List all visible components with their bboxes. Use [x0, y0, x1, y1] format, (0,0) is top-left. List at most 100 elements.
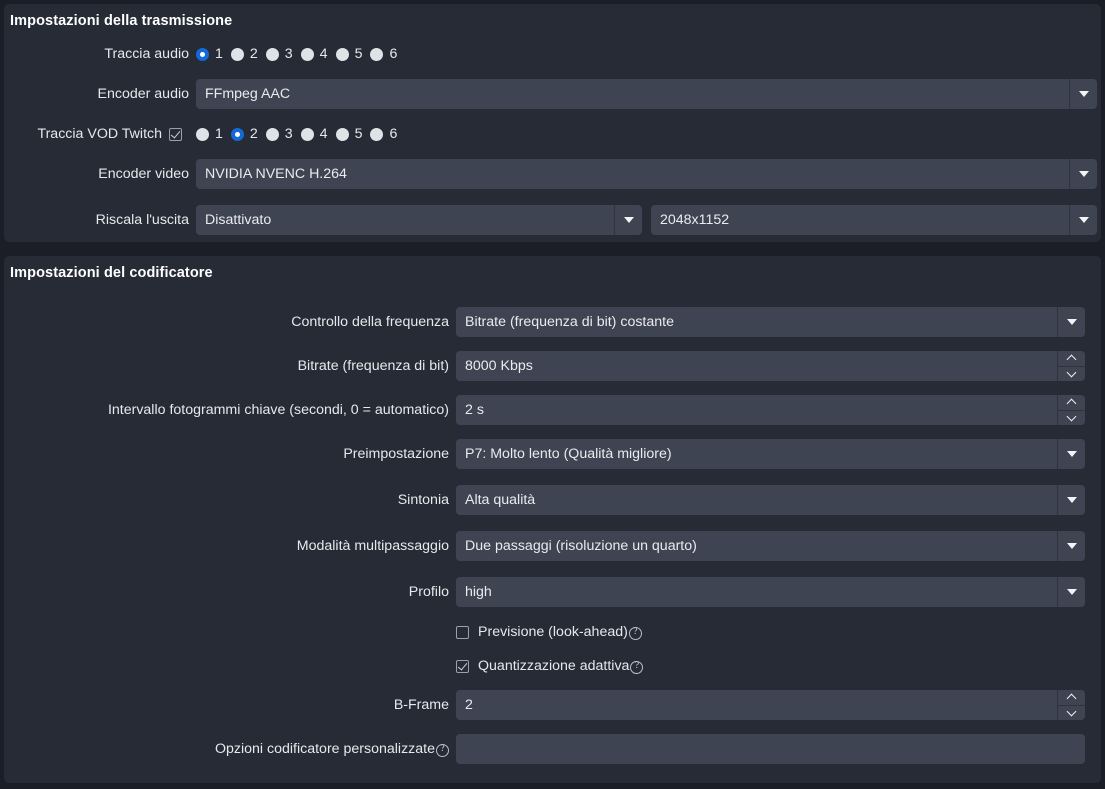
profile-value: high — [465, 584, 492, 600]
chevron-down-icon[interactable] — [1057, 531, 1085, 561]
chevron-up-icon[interactable] — [1058, 395, 1085, 410]
radio-icon[interactable] — [300, 127, 314, 141]
audio-track-option-3[interactable]: 3 — [265, 46, 293, 62]
radio-icon[interactable] — [230, 47, 244, 61]
rescale-output-value: Disattivato — [205, 212, 272, 228]
custom-encoder-options-text: Opzioni codificatore personalizzate — [214, 741, 435, 757]
tuning-select[interactable]: Alta qualità — [456, 485, 1085, 515]
radio-icon[interactable] — [335, 127, 349, 141]
multipass-mode-label: Modalità multipassaggio — [296, 538, 449, 554]
video-encoder-label: Encoder video — [98, 166, 189, 182]
audio-track-radio-group[interactable]: 1 2 3 4 5 6 — [196, 39, 405, 69]
radio-icon[interactable] — [196, 127, 209, 141]
preset-label: Preimpostazione — [343, 446, 449, 462]
bframe-value[interactable]: 2 — [456, 690, 1057, 720]
chevron-down-icon[interactable] — [1058, 365, 1085, 382]
keyframe-interval-stepper[interactable] — [1057, 395, 1085, 425]
video-encoder-value: NVIDIA NVENC H.264 — [205, 166, 347, 182]
checkbox-icon[interactable] — [169, 127, 182, 141]
audio-encoder-value: FFmpeg AAC — [205, 86, 291, 102]
audio-track-label: Traccia audio — [104, 46, 189, 62]
radio-label: 4 — [319, 126, 328, 142]
help-icon[interactable]: ? — [628, 626, 642, 640]
radio-icon[interactable] — [300, 47, 314, 61]
chevron-down-icon[interactable] — [1069, 205, 1097, 235]
radio-icon[interactable] — [335, 47, 349, 61]
preset-select[interactable]: P7: Molto lento (Qualità migliore) — [456, 439, 1085, 469]
bframe-stepper[interactable] — [1057, 690, 1085, 720]
rescale-output-row: Riscala l'uscita Disattivato 2048x1152 — [4, 205, 1101, 235]
audio-track-row: Traccia audio 1 2 3 4 5 6 — [4, 39, 1101, 69]
radio-label: 2 — [249, 126, 258, 142]
vod-track-option-3[interactable]: 3 — [265, 126, 293, 142]
chevron-down-icon[interactable] — [1058, 704, 1085, 721]
radio-label: 3 — [284, 126, 293, 142]
audio-track-option-4[interactable]: 4 — [300, 46, 328, 62]
radio-icon[interactable] — [370, 127, 384, 141]
bitrate-stepper[interactable] — [1057, 351, 1085, 381]
keyframe-interval-spinbox[interactable]: 2 s — [456, 395, 1085, 425]
rate-control-select[interactable]: Bitrate (frequenza di bit) costante — [456, 307, 1085, 337]
vod-track-radio-group[interactable]: 1 2 3 4 5 6 — [196, 119, 405, 149]
vod-track-option-6[interactable]: 6 — [370, 126, 397, 142]
custom-encoder-options-row: Opzioni codificatore personalizzate? — [4, 734, 1101, 764]
tuning-value: Alta qualità — [465, 492, 536, 508]
vod-track-option-4[interactable]: 4 — [300, 126, 328, 142]
encoder-settings-panel: Impostazioni del codificatore Controllo … — [4, 256, 1101, 783]
rescale-output-select[interactable]: Disattivato — [196, 205, 642, 235]
bitrate-value[interactable]: 8000 Kbps — [456, 351, 1057, 381]
help-icon[interactable]: ? — [436, 743, 449, 757]
lookahead-checkbox[interactable]: Previsione (look-ahead) ? — [456, 617, 642, 647]
chevron-down-icon[interactable] — [1057, 485, 1085, 515]
settings-page: Impostazioni della trasmissione Traccia … — [0, 0, 1105, 789]
radio-label: 5 — [354, 46, 363, 62]
radio-icon[interactable] — [265, 47, 279, 61]
video-encoder-select[interactable]: NVIDIA NVENC H.264 — [196, 159, 1097, 189]
chevron-down-icon[interactable] — [1069, 79, 1097, 109]
rescale-output-label: Riscala l'uscita — [95, 212, 189, 228]
audio-track-option-2[interactable]: 2 — [230, 46, 258, 62]
radio-icon[interactable] — [265, 127, 279, 141]
bframe-spinbox[interactable]: 2 — [456, 690, 1085, 720]
vod-track-option-1[interactable]: 1 — [196, 126, 223, 142]
multipass-mode-select[interactable]: Due passaggi (risoluzione un quarto) — [456, 531, 1085, 561]
help-icon[interactable]: ? — [630, 660, 644, 674]
chevron-down-icon[interactable] — [1057, 307, 1085, 337]
chevron-down-icon[interactable] — [1057, 577, 1085, 607]
vod-track-option-2[interactable]: 2 — [230, 126, 258, 142]
chevron-down-icon[interactable] — [1069, 159, 1097, 189]
radio-icon[interactable] — [370, 47, 384, 61]
audio-track-option-6[interactable]: 6 — [370, 46, 397, 62]
lookahead-label: Previsione (look-ahead) — [478, 624, 628, 640]
radio-label: 1 — [215, 46, 223, 62]
chevron-down-icon[interactable] — [1057, 439, 1085, 469]
audio-track-option-5[interactable]: 5 — [335, 46, 363, 62]
chevron-down-icon[interactable] — [614, 205, 642, 235]
chevron-up-icon[interactable] — [1058, 351, 1085, 366]
custom-encoder-options-label: Opzioni codificatore personalizzate? — [4, 734, 449, 764]
radio-label: 1 — [215, 126, 223, 142]
radio-icon[interactable] — [230, 127, 244, 141]
rescale-resolution-select[interactable]: 2048x1152 — [651, 205, 1097, 235]
vod-track-checkbox[interactable] — [169, 119, 182, 149]
profile-label: Profilo — [408, 584, 449, 600]
checkbox-icon[interactable] — [456, 659, 469, 673]
profile-select[interactable]: high — [456, 577, 1085, 607]
chevron-down-icon[interactable] — [1058, 409, 1085, 426]
audio-track-option-1[interactable]: 1 — [196, 46, 223, 62]
keyframe-interval-value[interactable]: 2 s — [456, 395, 1057, 425]
stream-settings-title: Impostazioni della trasmissione — [10, 13, 233, 29]
checkbox-icon[interactable] — [456, 625, 469, 639]
vod-track-option-5[interactable]: 5 — [335, 126, 362, 142]
adaptive-quantization-checkbox[interactable]: Quantizzazione adattiva ? — [456, 651, 644, 681]
keyframe-interval-label: Intervallo fotogrammi chiave (secondi, 0… — [107, 402, 449, 418]
radio-icon[interactable] — [196, 47, 209, 61]
custom-encoder-options-input[interactable] — [456, 734, 1085, 764]
radio-label: 2 — [249, 46, 258, 62]
radio-label: 6 — [389, 126, 398, 142]
audio-encoder-select[interactable]: FFmpeg AAC — [196, 79, 1097, 109]
adaptive-quantization-row: Quantizzazione adattiva ? — [4, 651, 1101, 681]
bitrate-row: Bitrate (frequenza di bit) 8000 Kbps — [4, 351, 1101, 381]
chevron-up-icon[interactable] — [1058, 690, 1085, 705]
bitrate-spinbox[interactable]: 8000 Kbps — [456, 351, 1085, 381]
